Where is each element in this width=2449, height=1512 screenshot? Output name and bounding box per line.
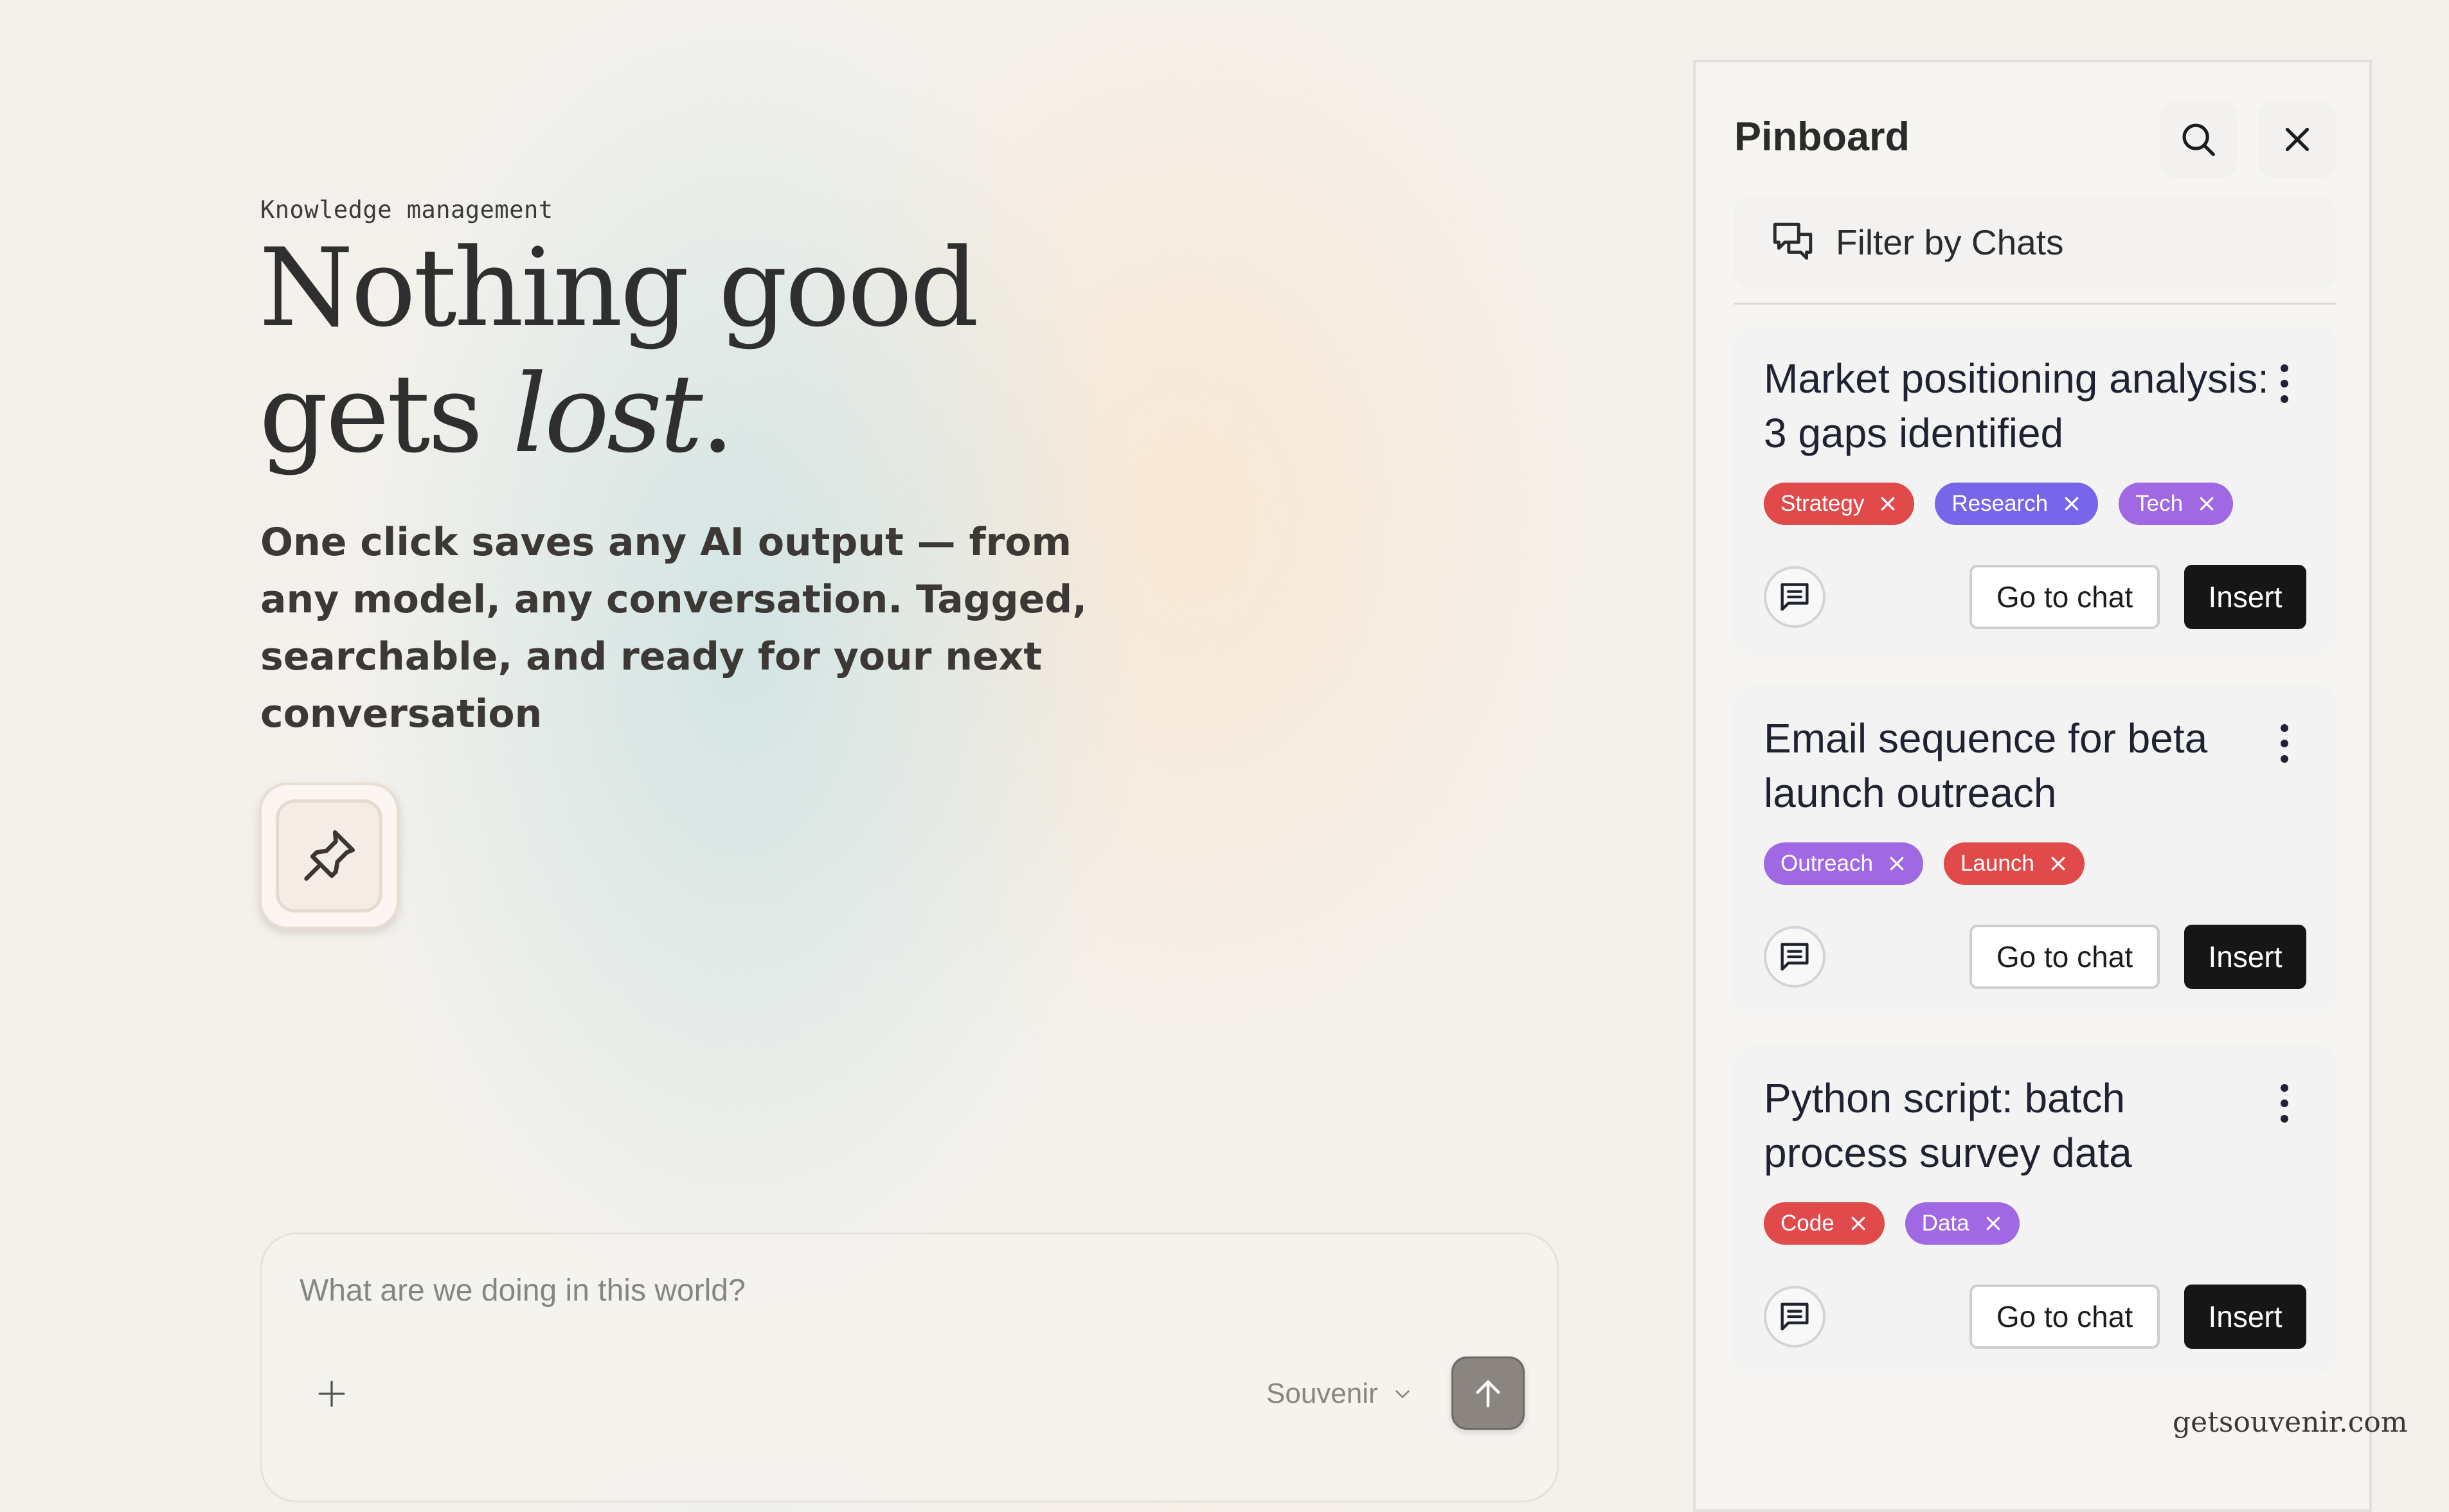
- headline-line-1: Nothing good: [259, 225, 979, 351]
- remove-tag-icon[interactable]: [2062, 494, 2081, 513]
- pin-button[interactable]: [259, 783, 399, 929]
- remove-tag-icon[interactable]: [2049, 854, 2068, 873]
- tag-chip: Outreach: [1764, 842, 1923, 885]
- insert-button[interactable]: Insert: [2184, 925, 2306, 989]
- open-chat-button[interactable]: [1764, 1286, 1826, 1347]
- insert-button[interactable]: Insert: [2184, 565, 2306, 629]
- eyebrow-label: Knowledge management: [260, 196, 553, 224]
- remove-tag-icon[interactable]: [2197, 494, 2216, 513]
- insert-button[interactable]: Insert: [2184, 1285, 2306, 1349]
- open-chat-button[interactable]: [1764, 926, 1826, 988]
- add-attachment-button[interactable]: [312, 1374, 351, 1413]
- pin-card[interactable]: Email sequence for beta launch outreach O…: [1734, 686, 2336, 1015]
- tag-chip: Code: [1764, 1202, 1885, 1245]
- open-chat-button[interactable]: [1764, 566, 1826, 628]
- message-icon: [1781, 943, 1809, 971]
- more-options-icon[interactable]: [2272, 364, 2297, 403]
- remove-tag-icon[interactable]: [1849, 1214, 1868, 1233]
- more-options-icon[interactable]: [2272, 724, 2297, 763]
- chat-composer: Souvenir: [260, 1232, 1559, 1502]
- tag-chip: Data: [1905, 1202, 2020, 1245]
- go-to-chat-button[interactable]: Go to chat: [1969, 925, 2160, 989]
- tag-chip: Strategy: [1764, 483, 1915, 525]
- tag-list: Outreach Launch: [1764, 842, 2085, 885]
- tag-chip: Launch: [1943, 842, 2085, 885]
- pinboard-panel: Pinboard Filter by Chats Market position…: [1693, 60, 2372, 1512]
- message-icon: [1781, 583, 1809, 611]
- close-icon: [2285, 127, 2310, 152]
- site-watermark: getsouvenir.com: [2173, 1406, 2408, 1439]
- model-selector-label: Souvenir: [1266, 1378, 1378, 1409]
- pin-card[interactable]: Python script: batch process survey data …: [1734, 1045, 2336, 1374]
- more-options-icon[interactable]: [2272, 1084, 2297, 1123]
- chevron-down-icon: [1395, 1390, 1410, 1398]
- tag-list: Code Data: [1764, 1202, 2020, 1245]
- search-icon: [2182, 123, 2215, 156]
- pin-button-inner: [276, 799, 382, 912]
- search-button[interactable]: [2160, 101, 2237, 178]
- plus-icon: [318, 1380, 345, 1407]
- filter-divider: [1734, 303, 2336, 305]
- pin-card-title: Python script: batch process survey data: [1764, 1075, 2132, 1176]
- close-button[interactable]: [2259, 101, 2336, 178]
- chat-bubbles-icon: [1773, 222, 1813, 260]
- arrow-up-icon: [1476, 1380, 1500, 1408]
- headline-line-2: gets lost.: [259, 351, 735, 477]
- go-to-chat-button[interactable]: Go to chat: [1969, 565, 2160, 629]
- remove-tag-icon[interactable]: [1878, 494, 1897, 513]
- pushpin-icon: [304, 830, 355, 881]
- composer-input[interactable]: [300, 1273, 1264, 1308]
- remove-tag-icon[interactable]: [1984, 1214, 2003, 1233]
- pin-card-title: Email sequence for beta launch outreach: [1764, 715, 2208, 816]
- go-to-chat-button[interactable]: Go to chat: [1969, 1285, 2160, 1349]
- send-button[interactable]: [1451, 1356, 1525, 1430]
- model-selector[interactable]: Souvenir: [1266, 1374, 1413, 1413]
- pin-card[interactable]: Market positioning analysis: 3 gaps ident…: [1734, 326, 2336, 655]
- pin-card-title: Market positioning analysis: 3 gaps ident…: [1764, 355, 2265, 456]
- pinboard-title: Pinboard: [1734, 114, 1910, 159]
- tag-list: Strategy Research Tech: [1764, 483, 2234, 525]
- tag-chip: Tech: [2119, 483, 2234, 525]
- filter-by-chats-button[interactable]: Filter by Chats: [1734, 197, 2336, 287]
- tag-chip: Research: [1935, 483, 2099, 525]
- hero-headline: Nothing good gets lost.: [259, 225, 979, 477]
- filter-label: Filter by Chats: [1836, 222, 2064, 262]
- remove-tag-icon[interactable]: [1887, 854, 1906, 873]
- message-icon: [1781, 1303, 1809, 1331]
- hero-subcopy: One click saves any AI output — from any…: [260, 520, 1088, 736]
